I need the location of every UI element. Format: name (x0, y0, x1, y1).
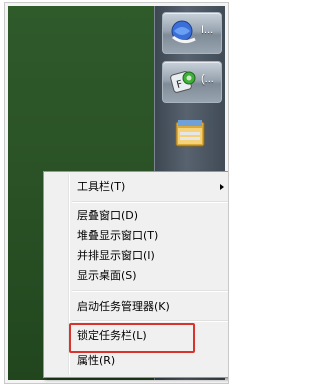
magnifier-globe-icon (171, 20, 196, 44)
highlight-box (69, 323, 195, 353)
taskbar-context-menu: 工具栏(T) 层叠窗口(D) 堆叠显示窗口(T) 并排显示窗口(I) 显示桌面(… (43, 171, 228, 378)
menu-item-properties[interactable]: 属性(R) (72, 350, 228, 372)
menu-item-task-manager[interactable]: 启动任务管理器(K) (72, 296, 228, 318)
menu-item-label: 层叠窗口(D) (77, 209, 139, 222)
menu-item-label: 堆叠显示窗口(T) (77, 229, 159, 242)
taskbar-button-app-1[interactable]: I... (162, 12, 222, 54)
submenu-arrow-icon (220, 184, 224, 190)
menu-item-show-desktop[interactable]: 显示桌面(S) (72, 265, 228, 287)
taskbar-button-label: I... (201, 24, 214, 36)
taskbar-button-app-2[interactable]: F (... (162, 61, 222, 103)
menu-item-label: 属性(R) (77, 354, 116, 367)
screenshot-frame: I... F (... 工具栏(T) 层叠窗口(D) 堆叠显示窗口(T) 并排显… (4, 2, 229, 384)
taskbar-button-label: (... (201, 73, 214, 85)
menu-separator (72, 320, 228, 322)
desktop-background: I... F (... 工具栏(T) 层叠窗口(D) 堆叠显示窗口(T) 并排显… (8, 6, 228, 380)
menu-item-toolbars[interactable]: 工具栏(T) (72, 176, 228, 198)
menu-item-side-by-side-windows[interactable]: 并排显示窗口(I) (72, 245, 228, 267)
menu-item-stack-windows[interactable]: 堆叠显示窗口(T) (72, 225, 228, 247)
menu-separator (72, 201, 228, 203)
menu-item-cascade-windows[interactable]: 层叠窗口(D) (72, 205, 228, 227)
menu-item-label: 显示桌面(S) (77, 269, 137, 282)
fx-app-icon: F (170, 71, 196, 93)
menu-item-label: 工具栏(T) (77, 180, 126, 193)
menu-item-label: 启动任务管理器(K) (77, 300, 170, 313)
menu-item-label: 并排显示窗口(I) (77, 249, 155, 262)
menu-separator (72, 290, 228, 292)
folder-icon[interactable] (172, 116, 208, 152)
